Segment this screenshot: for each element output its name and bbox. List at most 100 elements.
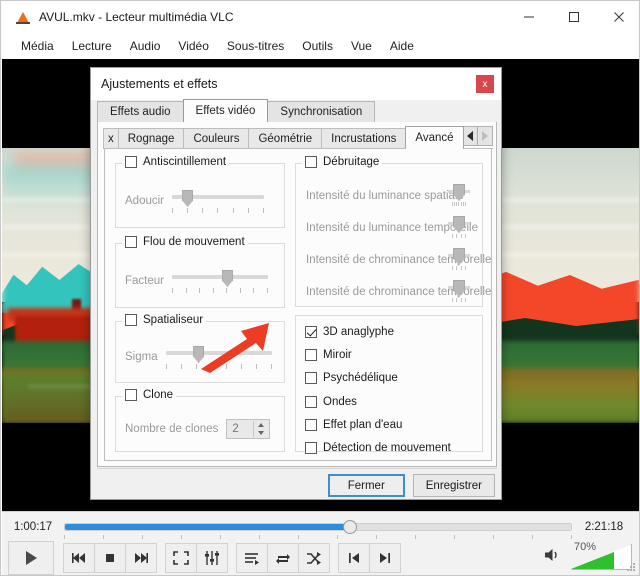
sigma-slider-handle[interactable]: [193, 346, 205, 363]
flou-de-mouvement-checkbox[interactable]: [125, 236, 137, 248]
checkbox-row-ondes[interactable]: Ondes: [305, 396, 357, 408]
miroir-label: Miroir: [323, 349, 352, 361]
menu-item-media[interactable]: Média: [12, 36, 63, 56]
checkbox-row-miroir[interactable]: Miroir: [305, 349, 352, 361]
facteur-slider-handle[interactable]: [221, 270, 233, 287]
debruitage-label: Débruitage: [323, 156, 380, 168]
menu-bar: Média Lecture Audio Vidéo Sous-titres Ou…: [1, 33, 639, 59]
tab-avance[interactable]: Avancé: [405, 126, 464, 149]
denoise-slider-0[interactable]: [448, 184, 470, 214]
tab-synchronisation[interactable]: Synchronisation: [267, 101, 376, 122]
tab-effets-audio[interactable]: Effets audio: [97, 101, 184, 122]
effet-plan-deau-label: Effet plan d'eau: [323, 419, 403, 431]
checkbox-row-effet-plan-deau[interactable]: Effet plan d'eau: [305, 419, 402, 431]
tab-couleurs[interactable]: Couleurs: [183, 128, 250, 149]
adoucir-slider-handle[interactable]: [182, 190, 194, 207]
fullscreen-button[interactable]: [165, 543, 197, 573]
shuffle-button[interactable]: [298, 543, 330, 573]
spatialiseur-header: Spatialiseur: [122, 314, 207, 326]
video-effects-sub-tabs: x Rognage Couleurs Géométrie Incrustatio…: [103, 126, 493, 149]
total-time[interactable]: 2:21:18: [572, 521, 636, 533]
fermer-button[interactable]: Fermer: [327, 474, 405, 497]
volume-area: 70%: [544, 541, 632, 570]
stepper-up-icon[interactable]: [258, 423, 265, 427]
dialog-main-tabs: Effets audio Effets vidéo Synchronisatio…: [97, 99, 497, 122]
debruitage-checkbox[interactable]: [305, 156, 317, 168]
ondes-checkbox[interactable]: [305, 396, 317, 408]
resize-grip[interactable]: [627, 563, 637, 573]
frame-forward-button[interactable]: [369, 543, 401, 573]
sigma-slider[interactable]: [165, 346, 272, 369]
play-button[interactable]: [8, 541, 54, 575]
menu-item-sous-titres[interactable]: Sous-titres: [218, 36, 293, 56]
detection-de-mouvement-checkbox[interactable]: [305, 442, 317, 454]
volume-slider[interactable]: [570, 544, 632, 570]
seek-row: 1:00:17 2:21:18: [2, 516, 639, 539]
debruitage-header: Débruitage: [302, 156, 383, 168]
maximize-button[interactable]: [551, 1, 596, 33]
flou-de-mouvement-label: Flou de mouvement: [143, 236, 245, 248]
denoise-slider-1[interactable]: [448, 216, 470, 246]
frame-back-button[interactable]: [338, 543, 370, 573]
tab-geometrie[interactable]: Géométrie: [248, 128, 323, 149]
detection-de-mouvement-label: Détection de mouvement: [323, 442, 451, 454]
vlc-main-window: AVUL.mkv - Lecteur multimédia VLC Média …: [0, 0, 640, 576]
menu-item-aide[interactable]: Aide: [381, 36, 423, 56]
dialog-close-icon[interactable]: x: [476, 75, 494, 93]
adoucir-slider[interactable]: [172, 190, 264, 213]
denoise-slider-3[interactable]: [448, 280, 470, 310]
vlc-cone-icon: [15, 9, 31, 25]
extended-settings-button[interactable]: [196, 543, 228, 573]
effet-plan-deau-checkbox[interactable]: [305, 419, 317, 431]
clone-checkbox[interactable]: [125, 389, 137, 401]
clone-header: Clone: [122, 389, 177, 401]
antiscintillement-checkbox[interactable]: [125, 156, 137, 168]
menu-item-outils[interactable]: Outils: [293, 36, 342, 56]
close-button[interactable]: [596, 1, 639, 33]
speaker-icon[interactable]: [544, 547, 562, 568]
facteur-slider[interactable]: [172, 270, 268, 293]
denoise-slider-2[interactable]: [448, 248, 470, 278]
playlist-button[interactable]: [236, 543, 268, 573]
menu-item-audio[interactable]: Audio: [121, 36, 170, 56]
tab-incrustations[interactable]: Incrustations: [321, 128, 407, 149]
nombre-de-clones-stepper[interactable]: 2: [226, 419, 271, 439]
psychedelique-checkbox[interactable]: [305, 372, 317, 384]
spatialiseur-label: Spatialiseur: [143, 314, 204, 326]
video-effects-panel: x Rognage Couleurs Géométrie Incrustatio…: [97, 122, 497, 467]
seek-bar[interactable]: [64, 520, 572, 539]
scroll-right-icon[interactable]: [477, 126, 493, 146]
scroll-left-icon[interactable]: [462, 126, 478, 146]
clone-label: Clone: [143, 389, 174, 401]
spatialiseur-checkbox[interactable]: [125, 314, 137, 326]
dialog-button-bar: Fermer Enregistrer: [320, 474, 495, 497]
antiscintillement-label: Antiscintillement: [143, 156, 227, 168]
tab-essentiel-clipped[interactable]: x: [103, 128, 119, 149]
3d-anaglyphe-label: 3D anaglyphe: [323, 326, 394, 338]
enregistrer-button[interactable]: Enregistrer: [412, 474, 495, 497]
checkbox-row-psychedelique[interactable]: Psychédélique: [305, 372, 398, 384]
miroir-checkbox[interactable]: [305, 349, 317, 361]
stop-button[interactable]: [94, 543, 126, 573]
checkbox-row-detection-de-mouvement[interactable]: Détection de mouvement: [305, 442, 451, 454]
ondes-label: Ondes: [323, 396, 357, 408]
adoucir-slider-row: Adoucir: [125, 190, 277, 213]
tab-rognage[interactable]: Rognage: [117, 128, 185, 149]
sigma-slider-row: Sigma: [125, 346, 277, 369]
minimize-button[interactable]: [506, 1, 551, 33]
previous-button[interactable]: [63, 543, 95, 573]
elapsed-time[interactable]: 1:00:17: [2, 521, 64, 533]
menu-item-vue[interactable]: Vue: [342, 36, 381, 56]
seek-handle[interactable]: [343, 520, 358, 534]
stepper-down-icon[interactable]: [258, 431, 265, 435]
menu-item-video[interactable]: Vidéo: [169, 36, 217, 56]
checkbox-row-3d-anaglyphe[interactable]: 3D anaglyphe: [305, 326, 394, 338]
next-button[interactable]: [125, 543, 157, 573]
3d-anaglyphe-checkbox[interactable]: [305, 326, 317, 338]
adoucir-label: Adoucir: [125, 195, 164, 207]
player-controls: 1:00:17 2:21:18 70%: [2, 511, 639, 575]
denoise-label-0: Intensité du luminance spatiale: [306, 190, 464, 202]
menu-item-lecture[interactable]: Lecture: [63, 36, 121, 56]
tab-effets-video[interactable]: Effets vidéo: [182, 99, 269, 122]
loop-button[interactable]: [267, 543, 299, 573]
